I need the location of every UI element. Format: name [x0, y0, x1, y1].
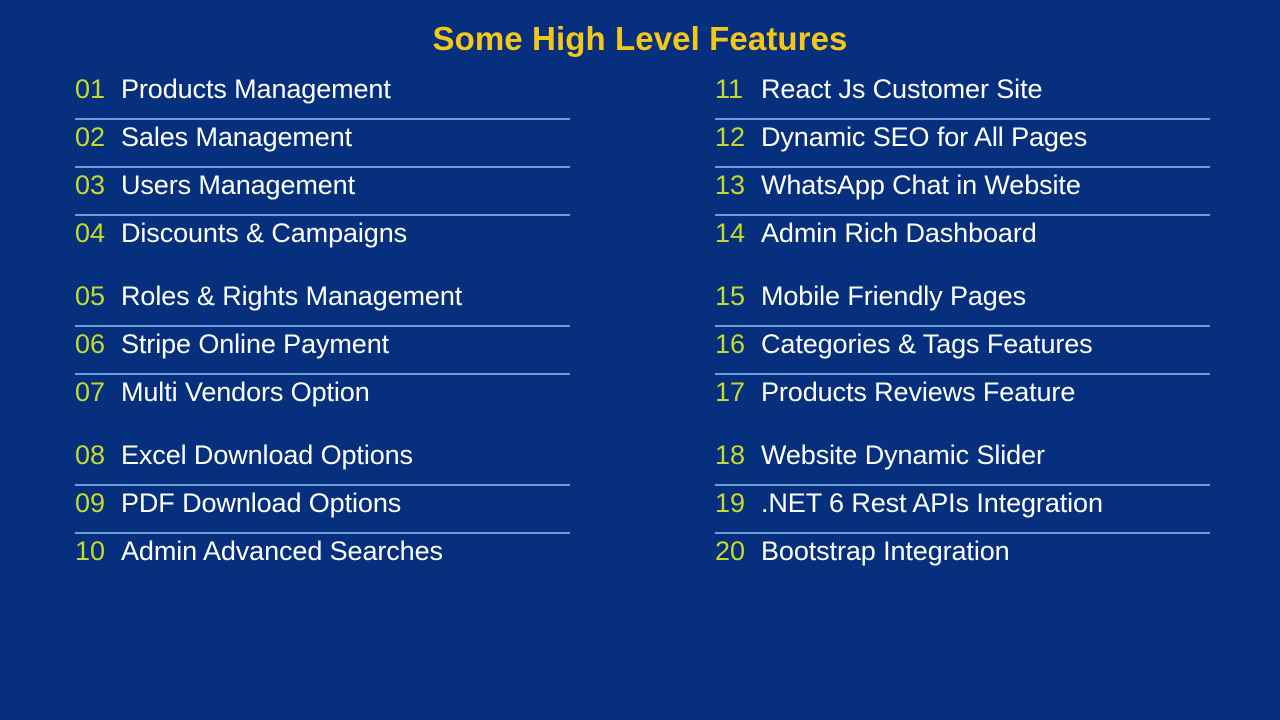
feature-label: Website Dynamic Slider — [761, 440, 1045, 470]
feature-label: Products Reviews Feature — [761, 377, 1076, 407]
feature-label: Discounts & Campaigns — [121, 218, 408, 248]
feature-group: 18 Website Dynamic Slider 19 .NET 6 Rest AP… — [715, 438, 1210, 580]
feature-number: 11 — [715, 74, 744, 104]
feature-number: 08 — [75, 440, 106, 470]
feature-number: 12 — [715, 122, 746, 152]
feature-number: 05 — [75, 281, 106, 311]
feature-label: Users Management — [121, 170, 356, 200]
left-column: 01 Products Management 02 Sales Management 0… — [75, 72, 570, 580]
feature-number: 03 — [75, 170, 106, 200]
feature-number: 07 — [75, 377, 106, 407]
feature-label: Sales Management — [121, 122, 353, 152]
feature-label: Admin Advanced Searches — [121, 536, 443, 566]
feature-number: 01 — [75, 74, 106, 104]
feature-label: .NET 6 Rest APIs Integration — [761, 488, 1103, 518]
feature-item[interactable]: 12 Dynamic SEO for All Pages — [715, 120, 1210, 166]
feature-label: Bootstrap Integration — [761, 536, 1010, 566]
feature-item[interactable]: 16 Categories & Tags Features — [715, 327, 1210, 373]
feature-number: 06 — [75, 329, 106, 359]
feature-number: 10 — [75, 536, 106, 566]
feature-columns: 01 Products Management 02 Sales Management 0… — [0, 72, 1280, 580]
right-column: 11 React Js Customer Site 12 Dynamic SEO fo… — [715, 72, 1210, 580]
feature-item[interactable]: 19 .NET 6 Rest APIs Integration — [715, 486, 1210, 532]
feature-item[interactable]: 10 Admin Advanced Searches — [75, 534, 570, 580]
feature-item[interactable]: 18 Website Dynamic Slider — [715, 438, 1210, 484]
feature-item[interactable]: 14 Admin Rich Dashboard — [715, 216, 1210, 262]
feature-item[interactable]: 20 Bootstrap Integration — [715, 534, 1210, 580]
feature-item[interactable]: 07 Multi Vendors Option — [75, 375, 570, 421]
feature-item[interactable]: 17 Products Reviews Feature — [715, 375, 1210, 421]
feature-item[interactable]: 08 Excel Download Options — [75, 438, 570, 484]
feature-item[interactable]: 15 Mobile Friendly Pages — [715, 279, 1210, 325]
feature-label: Roles & Rights Management — [121, 281, 463, 311]
feature-item[interactable]: 13 WhatsApp Chat in Website — [715, 168, 1210, 214]
feature-label: Products Management — [121, 74, 391, 104]
feature-group: 01 Products Management 02 Sales Management 0… — [75, 72, 570, 262]
feature-item[interactable]: 04 Discounts & Campaigns — [75, 216, 570, 262]
feature-number: 09 — [75, 488, 106, 518]
feature-list-slide: Some High Level Features 01 Products Mana… — [0, 0, 1280, 720]
feature-label: Mobile Friendly Pages — [761, 281, 1027, 311]
feature-number: 19 — [715, 488, 746, 518]
feature-item[interactable]: 05 Roles & Rights Management — [75, 279, 570, 325]
feature-label: Admin Rich Dashboard — [761, 218, 1037, 248]
feature-group: 11 React Js Customer Site 12 Dynamic SEO fo… — [715, 72, 1210, 262]
feature-number: 16 — [715, 329, 746, 359]
feature-item[interactable]: 02 Sales Management — [75, 120, 570, 166]
feature-number: 02 — [75, 122, 106, 152]
feature-item[interactable]: 03 Users Management — [75, 168, 570, 214]
feature-number: 04 — [75, 218, 106, 248]
feature-group: 05 Roles & Rights Management 06 Stripe Onli… — [75, 279, 570, 421]
feature-item[interactable]: 06 Stripe Online Payment — [75, 327, 570, 373]
feature-number: 18 — [715, 440, 746, 470]
feature-number: 14 — [715, 218, 746, 248]
feature-item[interactable]: 09 PDF Download Options — [75, 486, 570, 532]
feature-label: Stripe Online Payment — [121, 329, 390, 359]
feature-label: Excel Download Options — [121, 440, 413, 470]
feature-item[interactable]: 11 React Js Customer Site — [715, 72, 1210, 118]
feature-group: 08 Excel Download Options 09 PDF Download O… — [75, 438, 570, 580]
feature-number: 15 — [715, 281, 746, 311]
feature-item[interactable]: 01 Products Management — [75, 72, 570, 118]
feature-label: PDF Download Options — [121, 488, 402, 518]
feature-number: 17 — [715, 377, 746, 407]
feature-group: 15 Mobile Friendly Pages 16 Categories & Ta… — [715, 279, 1210, 421]
feature-number: 13 — [715, 170, 746, 200]
feature-label: Dynamic SEO for All Pages — [761, 122, 1088, 152]
feature-label: React Js Customer Site — [761, 74, 1043, 104]
feature-number: 20 — [715, 536, 746, 566]
page-title: Some High Level Features — [432, 20, 848, 57]
feature-label: Multi Vendors Option — [121, 377, 370, 407]
feature-label: WhatsApp Chat in Website — [761, 170, 1081, 200]
feature-label: Categories & Tags Features — [761, 329, 1093, 359]
